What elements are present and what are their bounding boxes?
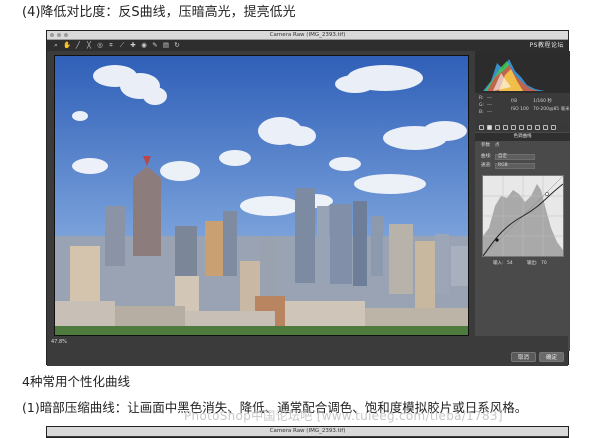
tab-parametric[interactable]: 参数 bbox=[481, 143, 490, 149]
tab-hsl[interactable] bbox=[503, 125, 508, 130]
g-label: G: bbox=[479, 103, 485, 108]
window-titlebar-2: Camera Raw (IMG_2393.tif) bbox=[47, 427, 568, 436]
bottom-bar: 47.8% 取消 确定 bbox=[47, 336, 568, 366]
aperture-value: f/8 bbox=[511, 99, 517, 104]
camera-raw-window-2: Camera Raw (IMG_2393.tif) bbox=[46, 426, 569, 438]
tab-detail[interactable] bbox=[495, 125, 500, 130]
eyedropper-icon[interactable]: ╱ bbox=[74, 41, 82, 49]
panel-title: 色调曲线 bbox=[513, 134, 532, 139]
camera-raw-window: Camera Raw (IMG_2393.tif) ⌕ ✋ ╱ ╳ ◎ ⌗ ⟋ … bbox=[46, 30, 570, 366]
panel-title-bar: 色调曲线 bbox=[475, 133, 570, 141]
zoom-icon[interactable]: ⌕ bbox=[52, 41, 60, 49]
panel-tabs bbox=[475, 123, 570, 132]
info-readout: R: --- G: --- B: --- f/8 1/160 秒 ISO 100… bbox=[475, 93, 570, 123]
tab-tone-curve[interactable] bbox=[487, 125, 492, 130]
tab-presets[interactable] bbox=[543, 125, 548, 130]
tab-lens[interactable] bbox=[519, 125, 524, 130]
ok-button[interactable]: 确定 bbox=[539, 352, 565, 362]
logo-watermark: PS教程论坛 bbox=[529, 42, 564, 49]
channel-select-value: RGB bbox=[498, 163, 508, 168]
tab-basic[interactable] bbox=[479, 125, 484, 130]
curve-point-highlight bbox=[545, 192, 549, 196]
window-titlebar: Camera Raw (IMG_2393.tif) bbox=[47, 31, 568, 40]
forum-watermark: PhotoShop中国论坛吧 [www.tuieeg.com/tieba/178… bbox=[184, 409, 503, 423]
toolbar: ⌕ ✋ ╱ ╳ ◎ ⌗ ⟋ ✚ ◉ ✎ ▤ ↻ PS教程论坛 bbox=[47, 40, 568, 51]
hand-icon[interactable]: ✋ bbox=[63, 41, 71, 49]
b-value: --- bbox=[487, 110, 492, 115]
section-heading: 4种常用个性化曲线 bbox=[22, 374, 130, 389]
spot-icon[interactable]: ✚ bbox=[129, 41, 137, 49]
tab-snapshots[interactable] bbox=[551, 125, 556, 130]
input-label: 输入: bbox=[493, 261, 504, 266]
curve-point-shadow bbox=[495, 238, 499, 242]
tab-point[interactable]: 点 bbox=[495, 143, 500, 149]
lens-value: 70-200@85 毫米 bbox=[533, 107, 570, 112]
output-label: 输出: bbox=[527, 261, 538, 266]
shutter-value: 1/160 秒 bbox=[533, 99, 552, 104]
brush-icon[interactable]: ✎ bbox=[151, 41, 159, 49]
histogram bbox=[475, 51, 570, 93]
curve-select[interactable]: 自定 bbox=[495, 154, 535, 160]
photo-preview[interactable] bbox=[54, 55, 469, 336]
curve-label: 曲线: bbox=[481, 154, 492, 159]
tab-camera-calibration[interactable] bbox=[535, 125, 540, 130]
r-value: --- bbox=[487, 96, 492, 101]
zoom-level[interactable]: 47.8% bbox=[51, 339, 67, 346]
tab-effects[interactable] bbox=[527, 125, 532, 130]
crop-icon[interactable]: ⌗ bbox=[107, 41, 115, 49]
r-label: R: bbox=[479, 96, 484, 101]
adjustment-panel: R: --- G: --- B: --- f/8 1/160 秒 ISO 100… bbox=[475, 51, 570, 351]
channel-select[interactable]: RGB bbox=[495, 163, 535, 169]
iso-value: ISO 100 bbox=[511, 107, 529, 112]
window-title-2: Camera Raw (IMG_2393.tif) bbox=[269, 428, 346, 434]
tone-curve-graph[interactable] bbox=[482, 175, 564, 257]
channel-label: 通道: bbox=[481, 163, 492, 168]
city-skyline-image bbox=[55, 56, 468, 335]
curve-select-value: 自定 bbox=[498, 154, 507, 159]
output-value[interactable]: 70 bbox=[541, 261, 547, 267]
window-title: Camera Raw (IMG_2393.tif) bbox=[269, 32, 346, 38]
input-value[interactable]: 54 bbox=[507, 261, 513, 267]
target-icon[interactable]: ◎ bbox=[96, 41, 104, 49]
rotate-icon[interactable]: ↻ bbox=[173, 41, 181, 49]
b-label: B: bbox=[479, 110, 484, 115]
tab-split-toning[interactable] bbox=[511, 125, 516, 130]
filter-icon[interactable]: ▤ bbox=[162, 41, 170, 49]
g-value: --- bbox=[487, 103, 492, 108]
cancel-button[interactable]: 取消 bbox=[511, 352, 537, 362]
straighten-icon[interactable]: ⟋ bbox=[118, 41, 126, 49]
redeye-icon[interactable]: ◉ bbox=[140, 41, 148, 49]
step4-heading: (4)降低对比度：反S曲线，压暗高光，提亮低光 bbox=[22, 5, 296, 20]
color-sampler-icon[interactable]: ╳ bbox=[85, 41, 93, 49]
